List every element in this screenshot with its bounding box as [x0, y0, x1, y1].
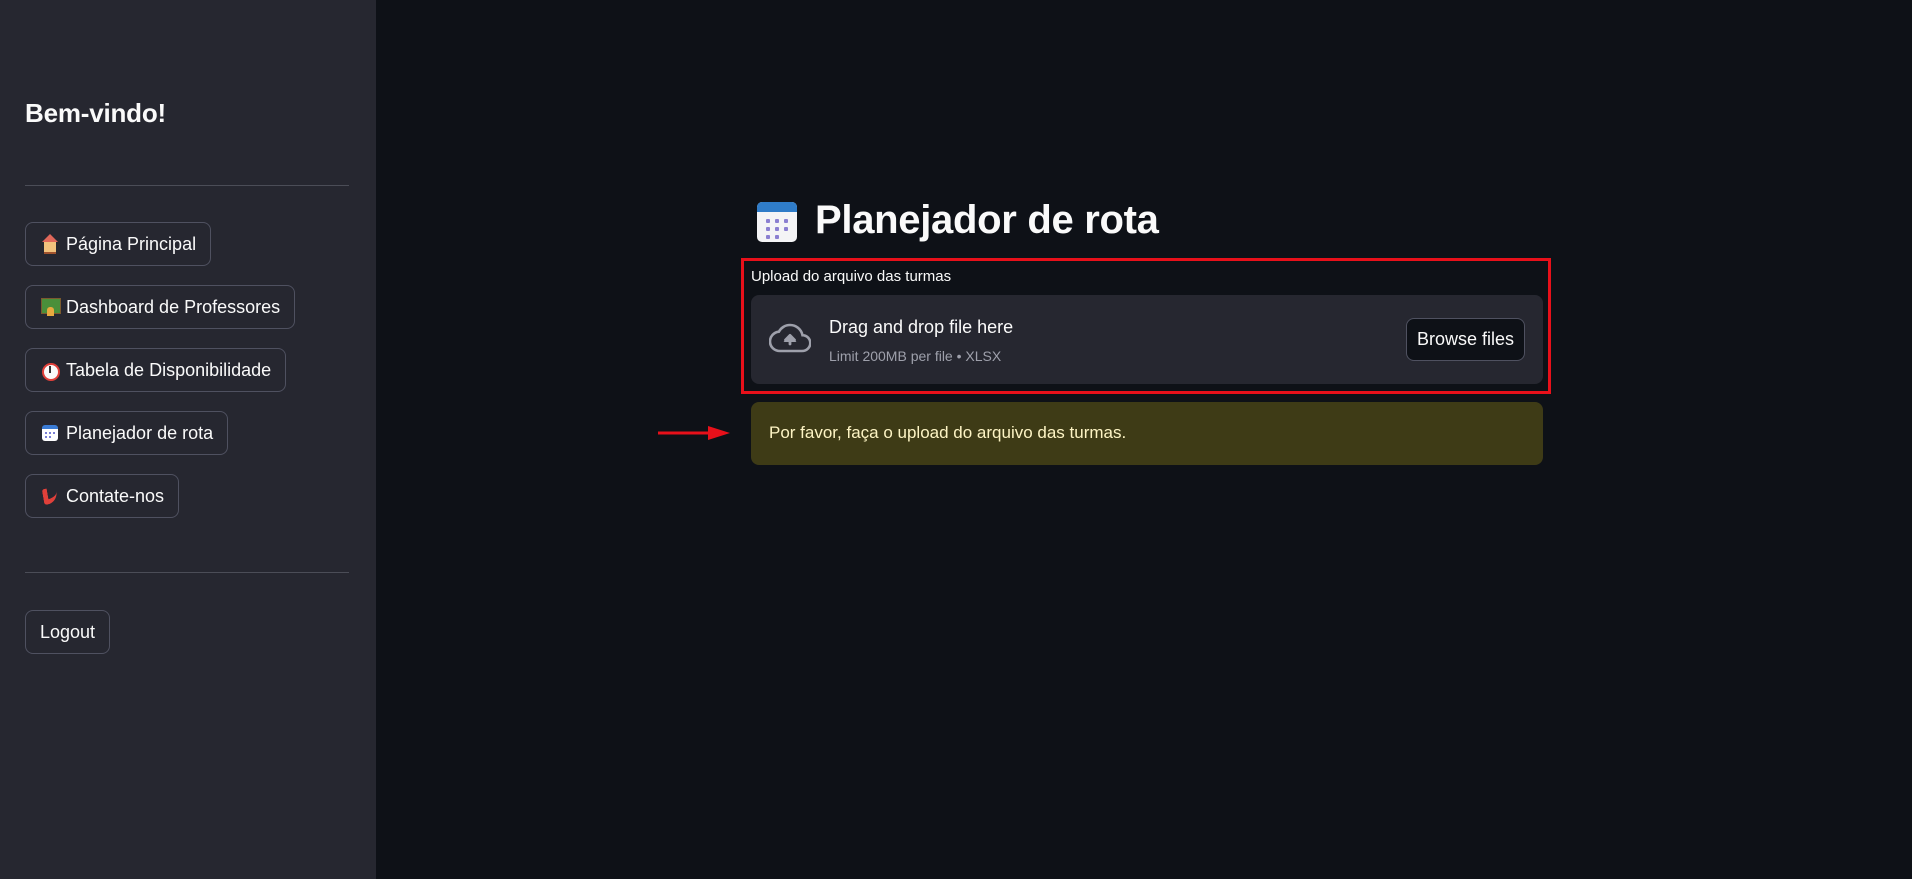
welcome-heading: Bem-vindo! [25, 98, 167, 128]
calendar-icon [757, 200, 799, 242]
upload-label: Upload do arquivo das turmas [751, 268, 952, 285]
nav-button-tabela-disponibilidade[interactable]: Tabela de Disponibilidade [25, 348, 287, 392]
warning-alert-text: Por favor, faça o upload do arquivo das … [769, 423, 1127, 442]
browse-files-button[interactable]: Browse files [1406, 318, 1525, 361]
nav-button-label: Dashboard de Professores [66, 296, 281, 317]
nav-button-dashboard-professores[interactable]: Dashboard de Professores [25, 285, 296, 329]
nav-button-label: Página Principal [66, 233, 197, 254]
nav-button-pagina-principal[interactable]: Página Principal [25, 222, 212, 266]
alarm-clock-icon [40, 360, 60, 381]
nav-button-contate-nos[interactable]: Contate-nos [25, 474, 180, 518]
nav-button-planejador-rota[interactable]: Planejador de rota [25, 411, 229, 455]
sidebar-divider [25, 185, 349, 186]
logout-button[interactable]: Logout [25, 610, 111, 654]
teacher-icon [40, 297, 61, 317]
dropzone-instructions: Drag and drop file here [829, 317, 1014, 337]
dropzone-limit-text: Limit 200MB per file • XLSX [829, 348, 1002, 364]
phone-icon [40, 486, 60, 506]
sidebar: Bem-vindo! Página Principal Dashboard de… [0, 0, 376, 879]
nav-button-label: Tabela de Disponibilidade [66, 359, 272, 380]
nav-button-label: Planejador de rota [66, 422, 214, 443]
sidebar-divider [25, 572, 349, 573]
page-title: Planejador de rota [815, 198, 1159, 242]
page-header: Planejador de rota [757, 198, 1159, 243]
calendar-icon [40, 423, 60, 443]
house-icon [40, 234, 60, 254]
cloud-upload-icon [769, 323, 811, 353]
nav-button-label: Contate-nos [66, 485, 165, 506]
arrow-annotation-icon [658, 426, 730, 440]
